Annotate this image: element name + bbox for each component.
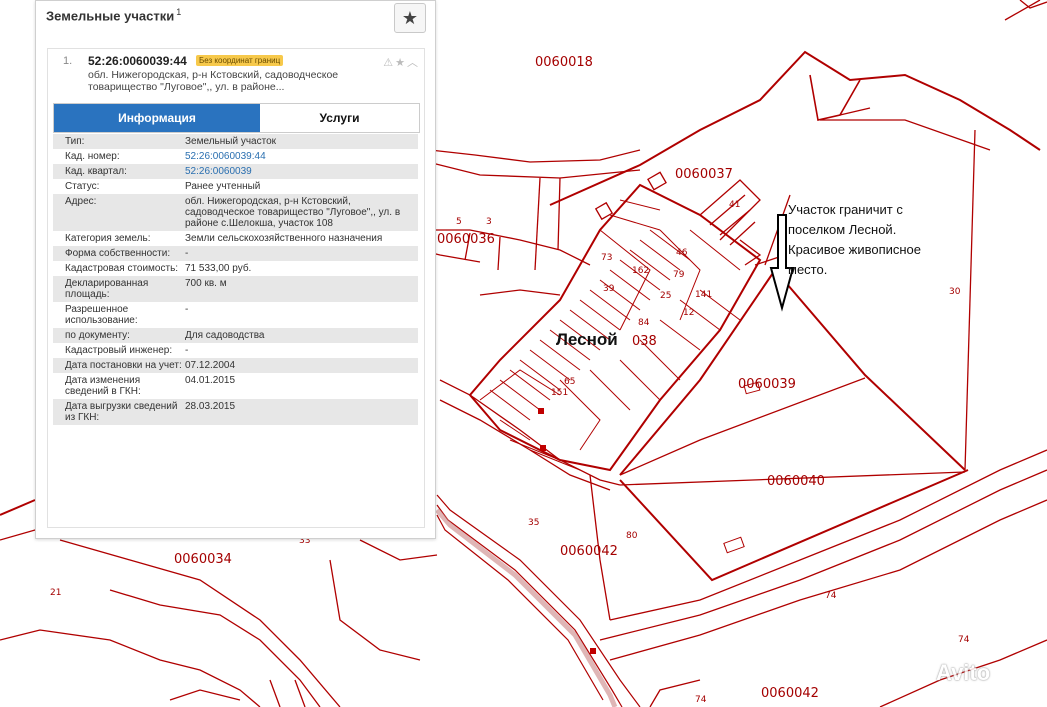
- info-table: Тип: Земельный участок Кад. номер: 52:26:00…: [53, 134, 418, 425]
- info-row-link[interactable]: 52:26:0060039:44: [185, 149, 418, 164]
- card-index: 1.: [63, 55, 73, 67]
- info-row-key: Дата выгрузки сведений из ГКН:: [65, 401, 178, 423]
- info-row-link[interactable]: 52:26:0060039: [185, 164, 418, 179]
- info-row-key: Разрешенное использование:: [65, 304, 138, 326]
- avito-watermark: Avito: [936, 660, 991, 685]
- info-row-value: обл. Нижегородская, р-н Кстовский, садов…: [185, 196, 401, 229]
- quarter-label-0060037: 0060037: [675, 167, 733, 182]
- favorites-button[interactable]: ★: [394, 3, 426, 33]
- info-row-key: Форма собственности:: [65, 248, 171, 259]
- quarter-label-0060034: 0060034: [174, 552, 232, 567]
- quarter-label-0060018: 0060018: [535, 55, 593, 70]
- number-label-74b: 74: [958, 635, 970, 645]
- quarter-label-0060042b: 0060042: [761, 686, 819, 701]
- info-row-key: Дата постановки на учет:: [65, 360, 182, 371]
- info-row-value: Земли сельскохозяйственного назначения: [185, 233, 383, 244]
- info-row-key: Дата изменения сведений в ГКН:: [65, 375, 141, 397]
- plot-label-39: 39: [603, 284, 615, 294]
- card-cad-number[interactable]: 52:26:0060039:44: [88, 54, 187, 68]
- number-label-74c: 74: [695, 695, 707, 705]
- note-line-2: поселком Лесной.: [788, 222, 897, 237]
- number-label-3: 3: [486, 217, 492, 227]
- info-row: Адрес: обл. Нижегородская, р-н Кстовский,…: [53, 194, 418, 231]
- number-label-35: 35: [528, 518, 540, 528]
- info-row-value: 71 533,00 руб.: [185, 263, 252, 274]
- card-tabs: Информация Услуги: [53, 103, 420, 133]
- info-row-value: -: [185, 345, 189, 356]
- info-row-key: Тип:: [65, 136, 85, 147]
- info-row: Декларированная площадь: 700 кв. м: [53, 276, 418, 302]
- annotation-note: Участок граничит с поселком Лесной. Крас…: [788, 200, 948, 280]
- info-row: Дата постановки на учет: 07.12.2004: [53, 358, 418, 373]
- note-line-4: место.: [788, 262, 828, 277]
- quarter-label-0060042a: 0060042: [560, 544, 618, 559]
- land-plots-panel: Земельные участки 1 ★ 1. 52:26:0060039:44…: [35, 0, 436, 539]
- tab-services[interactable]: Услуги: [260, 104, 419, 132]
- info-row: Кадастровый инженер: -: [53, 343, 418, 358]
- panel-title-text: Земельные участки: [46, 8, 175, 24]
- panel-title: Земельные участки 1: [46, 7, 181, 23]
- info-row-key: Кад. номер:: [65, 151, 120, 162]
- number-label-5: 5: [456, 217, 462, 227]
- star-icon: ★: [401, 8, 419, 28]
- info-row-value: Земельный участок: [185, 136, 277, 147]
- info-row-value: Для садоводства: [185, 330, 265, 341]
- plot-label-79: 79: [673, 270, 685, 280]
- info-row-value: 28.03.2015: [185, 401, 236, 412]
- note-line-3: Красивое живописное: [788, 242, 922, 257]
- plot-label-46: 46: [676, 248, 688, 258]
- plot-label-141: 141: [695, 290, 713, 300]
- info-row-key: Кадастровый инженер:: [65, 345, 173, 356]
- panel-title-count: 1: [176, 7, 182, 17]
- info-row-value: -: [185, 304, 189, 315]
- number-label-74a: 74: [825, 591, 837, 601]
- info-row: Дата изменения сведений в ГКН: 04.01.2015: [53, 373, 418, 399]
- plot-label-162: 162: [632, 266, 650, 276]
- info-row: Дата выгрузки сведений из ГКН: 28.03.2015: [53, 399, 418, 425]
- card-action-icons[interactable]: ⚠★︿: [383, 54, 420, 70]
- info-row: Статус: Ранее учтенный: [53, 179, 418, 194]
- quarter-label-0060039: 0060039: [738, 377, 796, 392]
- info-row-key: по документу:: [65, 330, 130, 341]
- quarter-label-038: 038: [632, 334, 657, 349]
- info-row: Тип: Земельный участок: [53, 134, 418, 149]
- plot-label-41: 41: [729, 200, 741, 210]
- plot-label-73: 73: [601, 253, 613, 263]
- info-row-key: Адрес:: [65, 196, 97, 207]
- plot-card: 1. 52:26:0060039:44 Без координат границ…: [47, 48, 425, 528]
- number-label-21: 21: [50, 588, 62, 598]
- info-row-key: Декларированная площадь:: [65, 278, 149, 300]
- plot-label-65: 65: [564, 377, 576, 387]
- place-name-lesnoy: Лесной: [556, 330, 618, 349]
- info-row: Кад. номер: 52:26:0060039:44: [53, 149, 418, 164]
- info-row-key: Кадастровая стоимость:: [65, 263, 179, 274]
- tab-information[interactable]: Информация: [54, 104, 260, 132]
- info-row-key: Кад. квартал:: [65, 166, 127, 177]
- info-row: по документу: Для садоводства: [53, 328, 418, 343]
- info-row-key: Статус:: [65, 181, 100, 192]
- quarter-label-0060040: 0060040: [767, 474, 825, 489]
- info-row: Категория земель: Земли сельскохозяйствен…: [53, 231, 418, 246]
- card-address: обл. Нижегородская, р-н Кстовский, садов…: [88, 69, 339, 93]
- note-line-1: Участок граничит с: [788, 202, 903, 217]
- info-row-value: 07.12.2004: [185, 360, 236, 371]
- no-borders-badge: Без координат границ: [196, 55, 284, 66]
- plot-label-151: 151: [551, 388, 569, 398]
- plot-label-12: 12: [683, 308, 695, 318]
- info-row-key: Категория земель:: [65, 233, 151, 244]
- info-row-value: Ранее учтенный: [185, 181, 261, 192]
- info-row-value: 04.01.2015: [185, 375, 236, 386]
- info-row: Форма собственности: -: [53, 246, 418, 261]
- info-row-value: -: [185, 248, 189, 259]
- info-row-value: 700 кв. м: [185, 278, 227, 289]
- plot-label-25: 25: [660, 291, 672, 301]
- number-label-30: 30: [949, 287, 961, 297]
- info-row: Кадастровая стоимость: 71 533,00 руб.: [53, 261, 418, 276]
- plot-label-84: 84: [638, 318, 650, 328]
- info-row: Разрешенное использование: -: [53, 302, 418, 328]
- quarter-label-0060036: 0060036: [437, 232, 495, 247]
- number-label-80: 80: [626, 531, 638, 541]
- info-row: Кад. квартал: 52:26:0060039: [53, 164, 418, 179]
